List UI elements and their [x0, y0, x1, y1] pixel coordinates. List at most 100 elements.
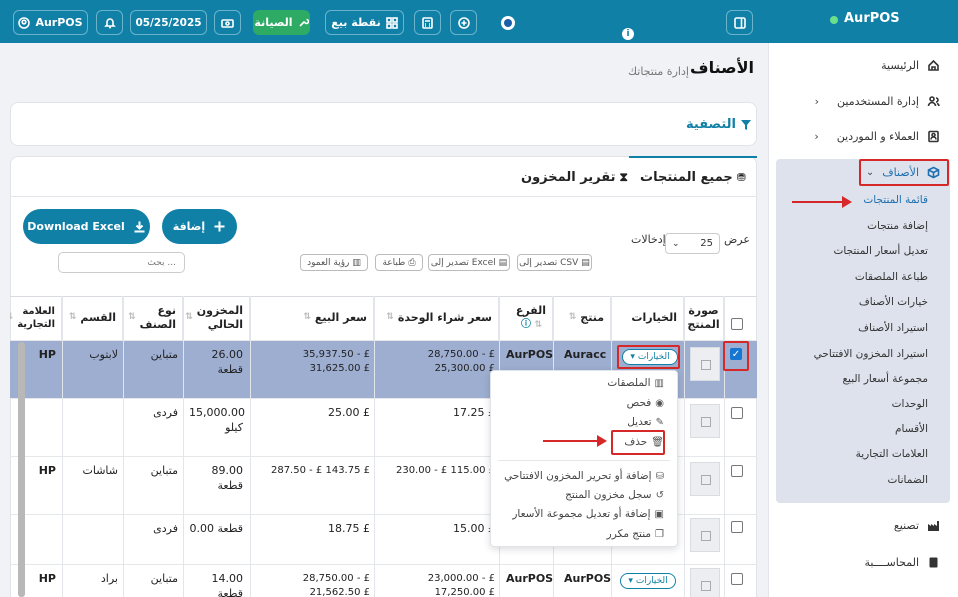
- col-category-header[interactable]: ⇅ القسم: [62, 296, 123, 340]
- sidebar-sub-product-list[interactable]: قائمة المنتجات: [863, 194, 928, 206]
- info-icon[interactable]: i: [622, 28, 634, 40]
- database-icon: ⛁: [655, 470, 664, 482]
- brand-status-dot: [830, 16, 838, 24]
- eye-icon: ◉: [655, 397, 664, 409]
- date-display[interactable]: 05/25/2025: [130, 10, 207, 35]
- sidebar-item-users[interactable]: إدارة المستخدمين ‹: [815, 95, 940, 108]
- sort-icon: ⇅: [68, 312, 77, 323]
- menu-item-label: إضافة أو تعديل مجموعة الأسعار: [512, 508, 651, 520]
- export-csv-label: تصدير إلى CSV: [519, 257, 579, 268]
- sidebar-sub-units[interactable]: الوحدات: [892, 398, 928, 410]
- status-button[interactable]: [494, 10, 521, 35]
- sidebar-item-manufacturing[interactable]: تصنيع: [894, 519, 940, 532]
- pos-label: نقطة بيع: [331, 16, 381, 29]
- row-checkbox[interactable]: [731, 521, 743, 533]
- col-brand-label: العلامة التجارية: [17, 306, 55, 330]
- column-divider: [374, 296, 375, 597]
- search-input[interactable]: [58, 252, 185, 273]
- row-checkbox[interactable]: [731, 407, 743, 419]
- sidebar-sub-price-groups[interactable]: مجموعة أسعار البيع: [842, 373, 928, 385]
- annotation-arrow: [792, 196, 852, 208]
- sidebar-sub-import-opening-stock[interactable]: استيراد المخزون الافتتاحي: [814, 348, 928, 360]
- sidebar-item-contacts[interactable]: العملاء و الموردين ‹: [814, 130, 940, 143]
- export-excel-button[interactable]: تصدير إلى Excel ▤: [428, 254, 510, 271]
- sidebar-sub-variations[interactable]: خيارات الأصناف: [859, 296, 928, 308]
- menu-item-labels[interactable]: ▥ الملصقات: [607, 377, 664, 389]
- calculator-button[interactable]: [414, 10, 441, 35]
- page-subtitle: إدارة منتجاتك: [628, 65, 689, 78]
- sidebar-sub-add-products[interactable]: إضافة منتجات: [867, 220, 928, 232]
- chevron-down-icon: ⌄: [672, 238, 680, 249]
- highlight-box-delete: [611, 430, 665, 455]
- sidebar-item-label: الرئيسية: [881, 59, 919, 72]
- tab-all-products[interactable]: ⛃ جميع المنتجات: [640, 170, 746, 185]
- page-length-select[interactable]: ⌄ 25: [665, 233, 720, 254]
- sort-icon: ⇅: [386, 312, 394, 323]
- cell-type: فردى: [153, 522, 178, 535]
- sidebar-toggle-button[interactable]: [726, 10, 753, 35]
- menu-item-stock-history[interactable]: ↺ سجل مخزون المنتج: [565, 489, 664, 501]
- menu-item-label: فحص: [626, 397, 652, 409]
- tabs-divider: [10, 196, 757, 197]
- cell-type: متباين: [150, 572, 178, 585]
- print-label: طباعة: [382, 257, 406, 268]
- table-scrollbar[interactable]: [18, 342, 25, 597]
- menu-item-label: سجل مخزون المنتج: [565, 489, 652, 501]
- maintenance-button[interactable]: الصيانة: [253, 10, 310, 35]
- add-product-button[interactable]: إضافة: [162, 209, 237, 244]
- menu-item-price-group[interactable]: ▣ إضافة أو تعديل مجموعة الأسعار: [512, 508, 664, 520]
- filter-card[interactable]: [10, 102, 757, 146]
- history-icon: ↺: [655, 489, 664, 501]
- menu-item-duplicate[interactable]: ❐ منتج مكرر: [607, 528, 664, 540]
- col-brand-header[interactable]: ⇅ العلامة التجارية: [10, 296, 62, 340]
- active-tab-indicator: [629, 156, 757, 158]
- notifications-button[interactable]: [96, 10, 123, 35]
- column-visibility-button[interactable]: رؤية العمود ▥: [300, 254, 368, 271]
- menu-item-label: إضافة أو تحرير المخزون الافتتاحي: [504, 470, 652, 482]
- select-all-checkbox[interactable]: [731, 318, 743, 330]
- sidebar-sub-categories[interactable]: الأقسام: [895, 423, 928, 435]
- cash-register-button[interactable]: [214, 10, 241, 35]
- col-selling-header[interactable]: ⇅ سعر البيع: [250, 296, 374, 340]
- download-excel-button[interactable]: Download Excel: [23, 209, 150, 244]
- pos-button[interactable]: نقطة بيع: [325, 10, 404, 35]
- col-stock-header[interactable]: ⇅ المخزون الحالي: [183, 296, 250, 340]
- export-csv-button[interactable]: تصدير إلى CSV ▤: [517, 254, 592, 271]
- download-icon: [134, 221, 145, 233]
- brand-logo[interactable]: AurPOS: [844, 11, 900, 26]
- sidebar-item-home[interactable]: الرئيسية: [881, 59, 940, 72]
- options-button[interactable]: ▾ الخيارات: [620, 573, 676, 589]
- filter-toggle[interactable]: التصفية: [686, 117, 752, 132]
- sidebar-sub-print-labels[interactable]: طباعة الملصقات: [855, 271, 928, 283]
- menu-divider: [498, 460, 670, 461]
- cell-selling: 18.75 £: [328, 522, 370, 535]
- sidebar-item-accounting[interactable]: المحاســــبة: [864, 556, 940, 569]
- sidebar-sub-warranties[interactable]: الضمانات: [888, 474, 929, 486]
- bell-icon: [103, 17, 116, 28]
- sidebar-sub-import-products[interactable]: استيراد الأصناف: [858, 322, 928, 334]
- sidebar-sub-update-prices[interactable]: تعديل أسعار المنتجات: [834, 245, 929, 257]
- sidebar-sub-brands[interactable]: العلامات التجارية: [856, 448, 928, 460]
- menu-item-edit[interactable]: ✎ تعديل: [627, 416, 664, 428]
- highlight-box-products: [859, 159, 949, 186]
- row-checkbox[interactable]: [731, 573, 743, 585]
- info-circle-icon: ⓘ ⇅: [520, 319, 542, 331]
- col-stock-label: المخزون الحالي: [196, 303, 244, 331]
- col-product-header[interactable]: ⇅ منتج: [553, 296, 611, 340]
- menu-item-view[interactable]: ◉ فحص: [627, 397, 664, 409]
- col-type-header[interactable]: ⇅ نوع الصنف: [123, 296, 183, 340]
- home-icon: [928, 59, 939, 71]
- cell-stock: 89.00 قطعة: [211, 464, 244, 492]
- row-checkbox[interactable]: [731, 465, 743, 477]
- tab-stock-report[interactable]: ⧗ تقرير المخزون: [521, 170, 628, 185]
- cell-purchase: 23,000.00 - £ 17,250.00 £: [427, 573, 495, 597]
- col-purchase-header[interactable]: ⇅ سعر شراء الوحدة: [374, 296, 499, 340]
- column-divider: [684, 296, 685, 597]
- cell-selling: 28,750.00 - £ 21,562.50 £: [302, 573, 370, 597]
- barcode-icon: ▥: [654, 377, 664, 389]
- add-quick-button[interactable]: [450, 10, 477, 35]
- print-button[interactable]: طباعة ⎙: [375, 254, 423, 271]
- menu-item-opening-stock[interactable]: ⛁ إضافة أو تحرير المخزون الافتتاحي: [504, 470, 664, 482]
- col-branch-header[interactable]: الفرع ⓘ ⇅: [499, 296, 553, 340]
- account-button[interactable]: AurPOS: [13, 10, 88, 35]
